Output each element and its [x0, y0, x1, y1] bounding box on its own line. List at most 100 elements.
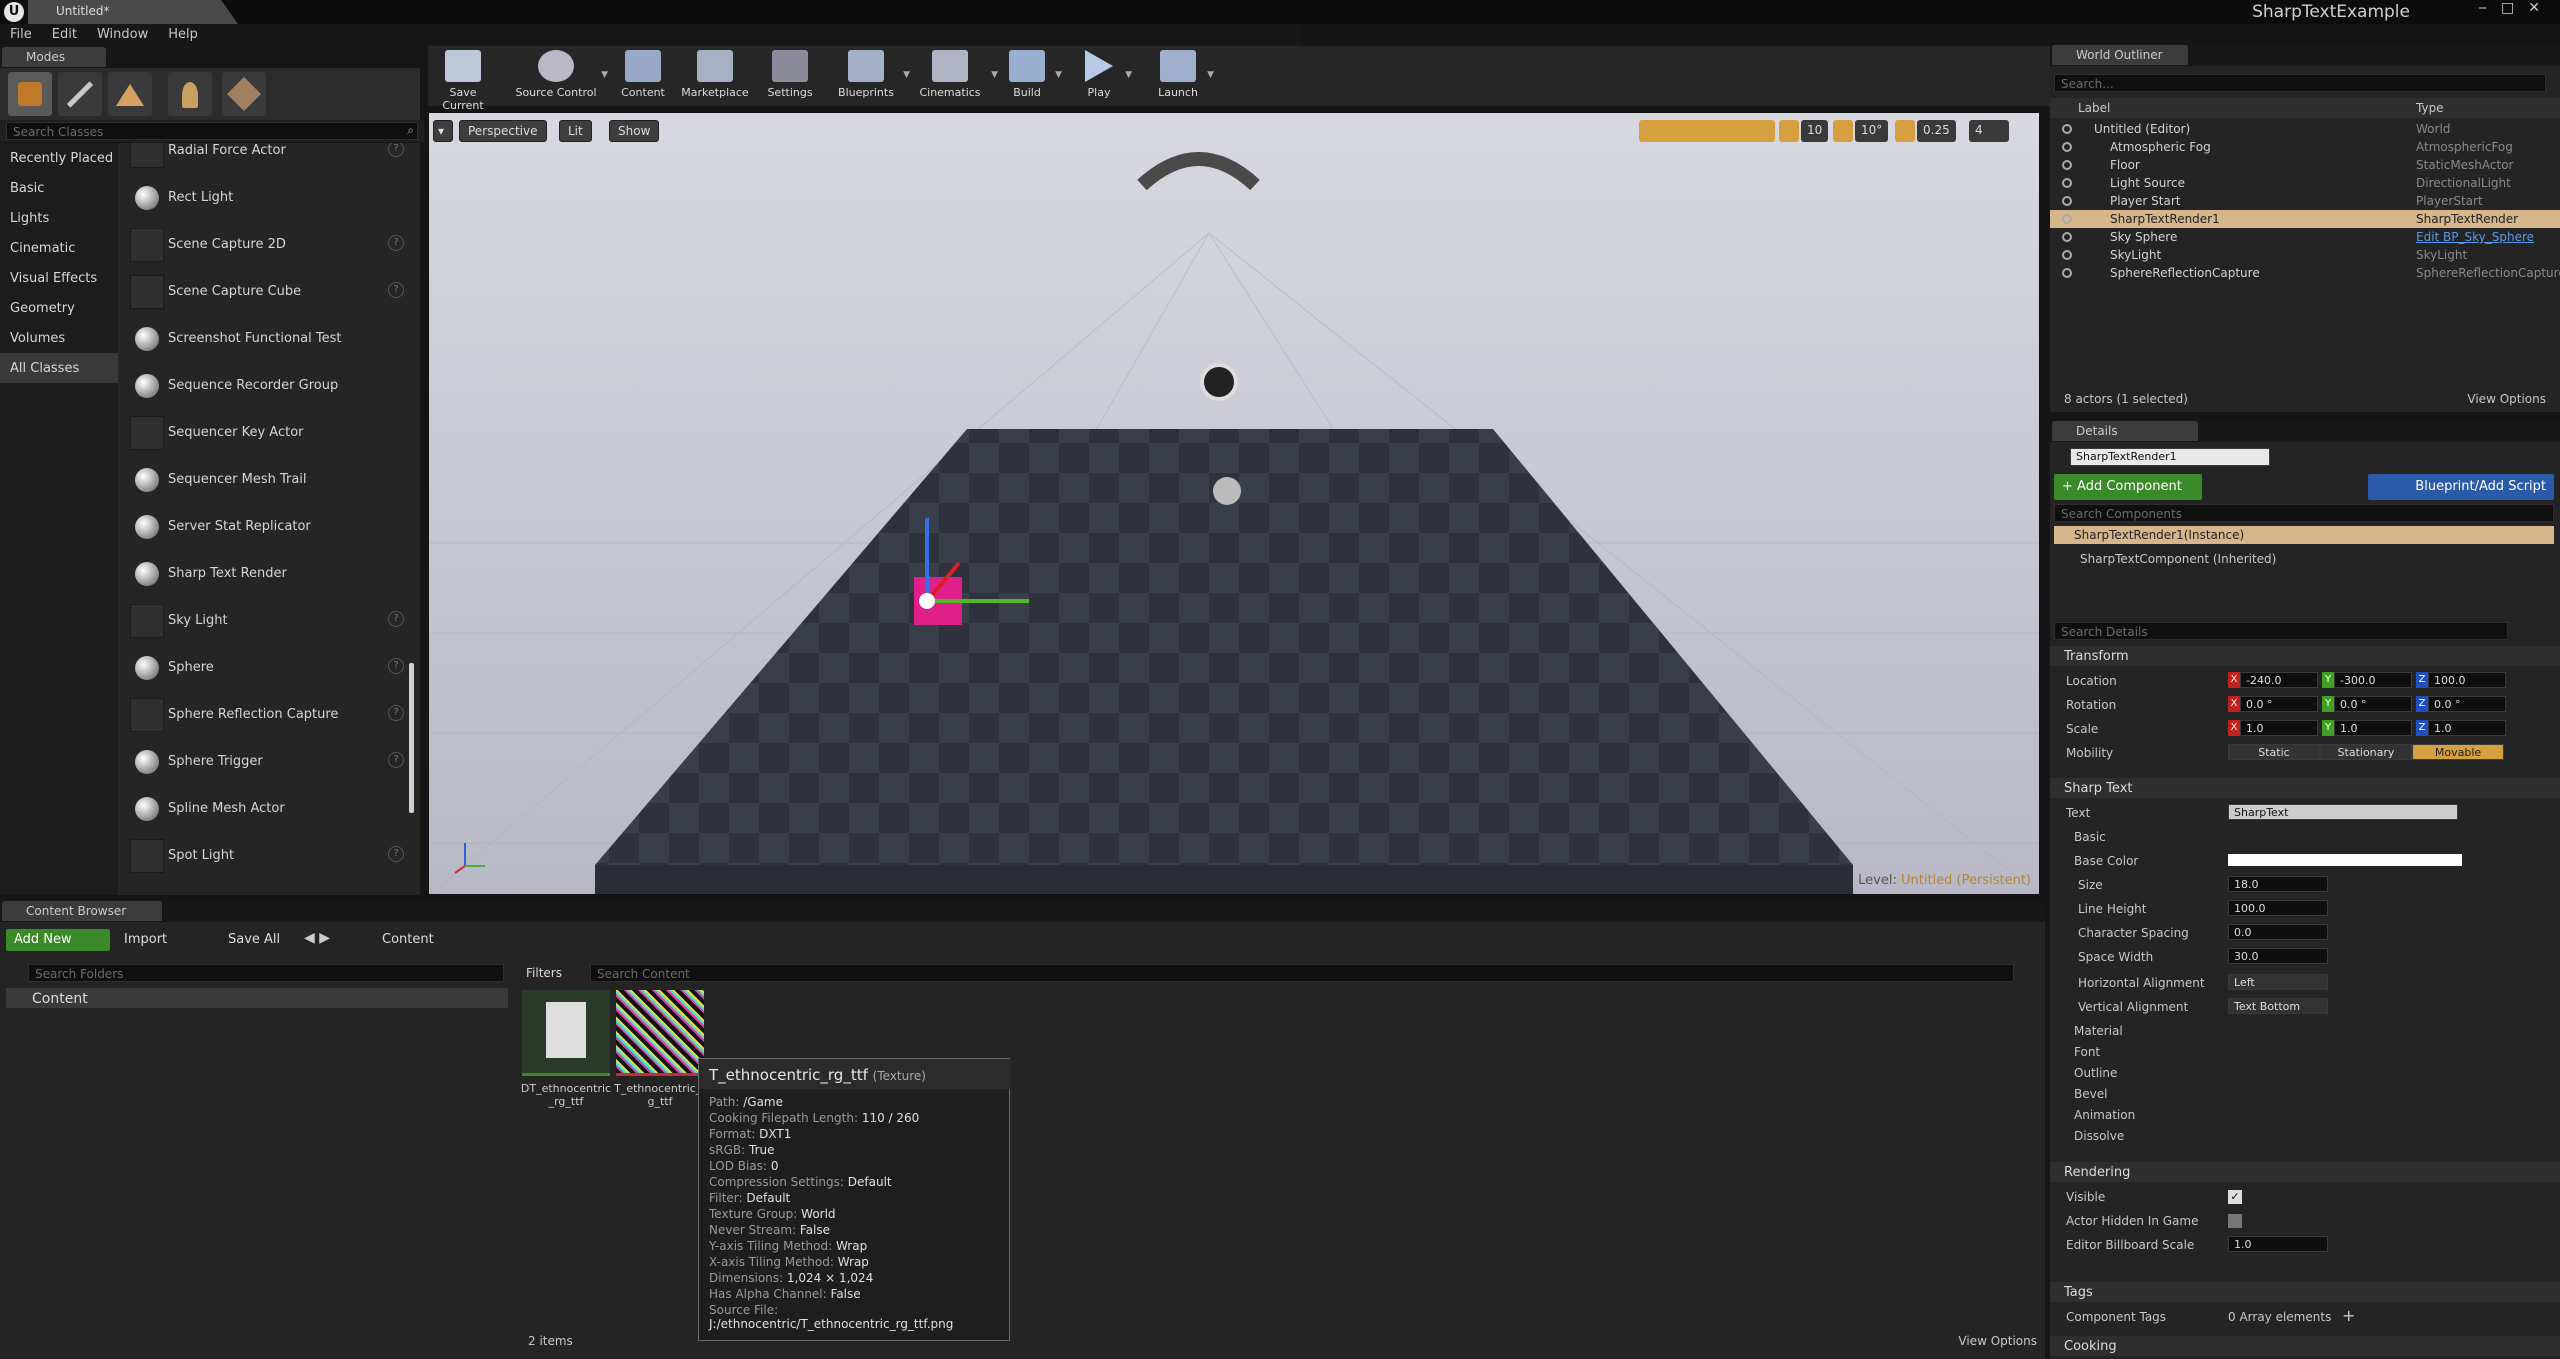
material-subsection[interactable]: Material: [2074, 1024, 2123, 1038]
category-visual-effects[interactable]: Visual Effects: [0, 263, 118, 293]
table-row[interactable]: Floor StaticMeshActor: [2050, 156, 2560, 174]
scale-y-field[interactable]: 1.0: [2334, 720, 2412, 736]
scale-label[interactable]: Scale: [2066, 722, 2098, 736]
visibility-eye-icon[interactable]: [2062, 124, 2072, 134]
rotation-snap-icon[interactable]: [1833, 120, 1853, 142]
list-item[interactable]: Sphere Reflection Capture?: [118, 691, 420, 738]
level-viewport[interactable]: ▾ Perspective Lit Show 10 10° 0.25 4 Lev…: [428, 112, 2040, 895]
list-item[interactable]: Sequencer Mesh Trail: [118, 456, 420, 503]
category-basic[interactable]: Basic: [0, 173, 118, 203]
content-button[interactable]: Content: [618, 48, 668, 104]
save-current-button[interactable]: Save Current: [432, 48, 494, 112]
cooking-section[interactable]: Cooking: [2050, 1336, 2560, 1356]
actor-name-field[interactable]: SharpTextRender1: [2070, 448, 2270, 466]
outline-subsection[interactable]: Outline: [2074, 1066, 2117, 1080]
camera-speed-button[interactable]: 4: [1969, 120, 2009, 142]
modes-tab[interactable]: Modes: [2, 47, 106, 67]
valign-select[interactable]: Text Bottom: [2228, 998, 2328, 1014]
col-label[interactable]: Label: [2078, 101, 2110, 115]
help-icon[interactable]: ?: [388, 235, 404, 251]
filters-button[interactable]: Filters: [522, 964, 582, 982]
scale-x-field[interactable]: 1.0: [2240, 720, 2318, 736]
visibility-eye-icon[interactable]: [2062, 268, 2072, 278]
world-outliner-tab[interactable]: World Outliner: [2052, 45, 2188, 65]
visibility-eye-icon[interactable]: [2062, 232, 2072, 242]
back-forward-icons[interactable]: ◀ ▶: [304, 930, 330, 946]
list-item[interactable]: Scene Capture Cube?: [118, 268, 420, 315]
play-button[interactable]: Play ▼: [1076, 48, 1132, 104]
foliage-mode-icon[interactable]: [168, 72, 212, 116]
table-row[interactable]: SkyLight SkyLight: [2050, 246, 2560, 264]
transform-section[interactable]: Transform: [2050, 646, 2560, 666]
marketplace-button[interactable]: Marketplace: [678, 48, 752, 104]
paint-mode-icon[interactable]: [58, 72, 102, 116]
rotation-label[interactable]: Rotation: [2066, 698, 2116, 712]
help-icon[interactable]: ?: [388, 846, 404, 862]
category-all-classes[interactable]: All Classes: [0, 353, 118, 383]
add-component-button[interactable]: + Add Component: [2054, 474, 2202, 500]
rotation-snap-value[interactable]: 10°: [1855, 120, 1889, 142]
list-item[interactable]: Screenshot Functional Test: [118, 315, 420, 362]
help-icon[interactable]: ?: [388, 658, 404, 674]
menu-window[interactable]: Window: [87, 24, 158, 42]
base-color-label[interactable]: Base Color: [2074, 854, 2138, 868]
import-button[interactable]: Import: [124, 932, 167, 947]
window-controls[interactable]: ‒□✕: [2478, 0, 2554, 16]
outliner-search-input[interactable]: Search...: [2054, 74, 2546, 92]
animation-subsection[interactable]: Animation: [2074, 1108, 2135, 1122]
table-row[interactable]: SphereReflectionCapture SphereReflectionC…: [2050, 264, 2560, 282]
col-type[interactable]: Type: [2416, 101, 2444, 115]
menu-file[interactable]: File: [0, 24, 42, 42]
list-item[interactable]: Sphere Trigger?: [118, 738, 420, 785]
rotation-x-field[interactable]: 0.0 °: [2240, 696, 2318, 712]
category-geometry[interactable]: Geometry: [0, 293, 118, 323]
location-z-field[interactable]: 100.0: [2428, 672, 2506, 688]
edit-blueprint-link[interactable]: Edit BP_Sky_Sphere: [2416, 230, 2534, 244]
save-all-button[interactable]: Save All: [228, 932, 280, 947]
category-lights[interactable]: Lights: [0, 203, 118, 233]
help-icon[interactable]: ?: [388, 611, 404, 627]
visibility-eye-icon[interactable]: [2062, 142, 2072, 152]
add-element-icon[interactable]: +: [2342, 1306, 2355, 1325]
table-row-selected[interactable]: SharpTextRender1 SharpTextRender: [2050, 210, 2560, 228]
category-cinematic[interactable]: Cinematic: [0, 233, 118, 263]
landscape-mode-icon[interactable]: [108, 72, 152, 116]
path-breadcrumb[interactable]: Content: [382, 932, 434, 947]
table-row[interactable]: Atmospheric Fog AtmosphericFog: [2050, 138, 2560, 156]
table-row[interactable]: Player Start PlayerStart: [2050, 192, 2560, 210]
dissolve-subsection[interactable]: Dissolve: [2074, 1129, 2124, 1143]
search-folders-input[interactable]: Search Folders: [28, 964, 504, 982]
launch-button[interactable]: Launch ▼: [1152, 48, 1214, 104]
scale-snap-value[interactable]: 0.25: [1917, 120, 1956, 142]
place-mode-icon[interactable]: [8, 72, 52, 116]
rendering-section[interactable]: Rendering: [2050, 1162, 2560, 1182]
list-item[interactable]: Rect Light: [118, 174, 420, 221]
basic-subsection[interactable]: Basic: [2074, 830, 2106, 844]
category-volumes[interactable]: Volumes: [0, 323, 118, 353]
scale-z-field[interactable]: 1.0: [2428, 720, 2506, 736]
bevel-subsection[interactable]: Bevel: [2074, 1087, 2107, 1101]
build-button[interactable]: Build ▼: [1002, 48, 1062, 104]
visibility-eye-icon[interactable]: [2062, 250, 2072, 260]
text-value-field[interactable]: SharpText: [2228, 804, 2458, 820]
help-icon[interactable]: ?: [388, 752, 404, 768]
list-item[interactable]: Sharp Text Render: [118, 550, 420, 597]
list-item[interactable]: Sequencer Key Actor: [118, 409, 420, 456]
list-item[interactable]: Server Stat Replicator: [118, 503, 420, 550]
content-browser-tab[interactable]: Content Browser: [2, 901, 162, 921]
mobility-static[interactable]: Static: [2228, 744, 2320, 760]
visibility-eye-icon[interactable]: [2062, 196, 2072, 206]
visibility-eye-icon[interactable]: [2062, 178, 2072, 188]
blueprints-button[interactable]: Blueprints ▼: [832, 48, 910, 104]
location-y-field[interactable]: -300.0: [2334, 672, 2412, 688]
lit-button[interactable]: Lit: [559, 120, 592, 142]
asset-texture-thumbnail[interactable]: [616, 990, 704, 1076]
menu-help[interactable]: Help: [158, 24, 208, 42]
asset-datatable-thumbnail[interactable]: [522, 990, 610, 1076]
cinematics-button[interactable]: Cinematics ▼: [912, 48, 998, 104]
component-instance-row[interactable]: SharpTextRender1(Instance): [2054, 526, 2554, 544]
table-row[interactable]: Sky Sphere Edit BP_Sky_Sphere: [2050, 228, 2560, 246]
help-icon[interactable]: ?: [388, 143, 404, 157]
component-inherited-row[interactable]: SharpTextComponent (Inherited): [2080, 552, 2276, 566]
document-tab[interactable]: Untitled*: [28, 0, 238, 24]
